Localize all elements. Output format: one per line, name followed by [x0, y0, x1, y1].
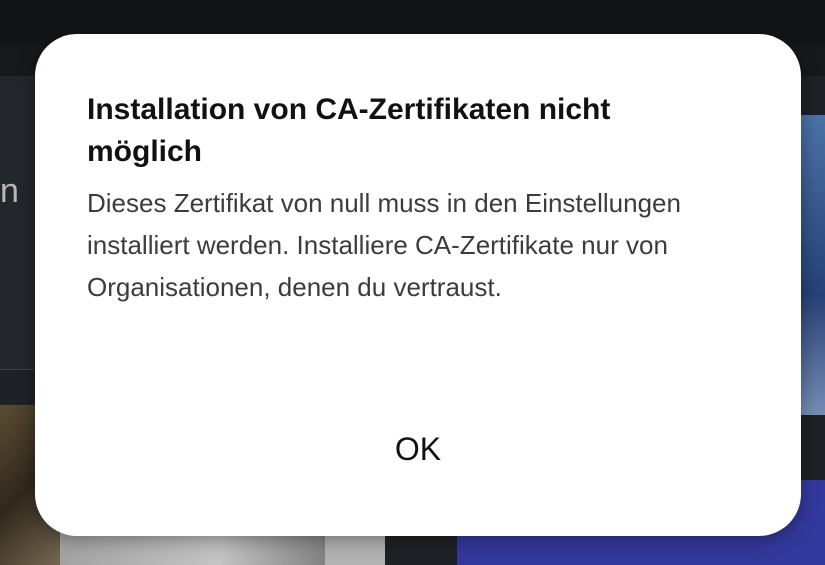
dialog-title: Installation von CA-Zertifikaten nicht m… — [87, 93, 611, 168]
dialog-message: Dieses Zertifikat von null muss in den E… — [87, 188, 681, 302]
ok-button[interactable]: OK — [365, 419, 471, 479]
certificate-error-dialog: Installation von CA-Zertifikaten nicht m… — [35, 34, 801, 536]
